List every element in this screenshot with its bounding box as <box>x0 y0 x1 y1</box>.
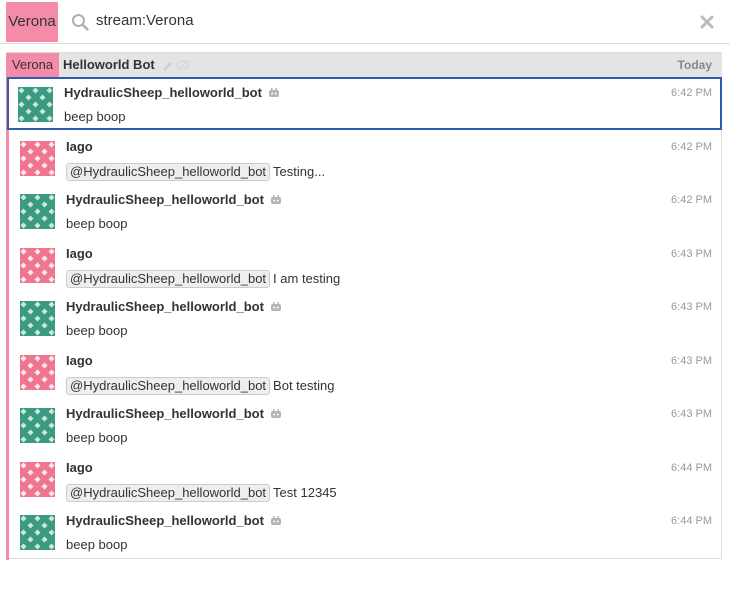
message-row[interactable]: HydraulicSheep_helloworld_bot 6:42 PM beep… <box>7 77 722 130</box>
sender-name-label: HydraulicSheep_helloworld_bot <box>66 406 264 421</box>
bot-icon <box>270 195 281 204</box>
message-row[interactable]: HydraulicSheep_helloworld_bot 6:43 PM beep… <box>9 291 722 344</box>
bot-icon <box>270 302 281 311</box>
message-time[interactable]: 6:44 PM <box>671 462 712 474</box>
message-content: @HydraulicSheep_helloworld_bot Test 12345 <box>66 483 337 502</box>
message-text: beep boop <box>66 216 128 231</box>
message-row[interactable]: HydraulicSheep_helloworld_bot 6:44 PM beep… <box>9 505 722 558</box>
search-icon <box>72 14 89 31</box>
message-text: Testing... <box>273 163 326 179</box>
user-mention[interactable]: @HydraulicSheep_helloworld_bot <box>66 483 271 502</box>
avatar[interactable] <box>20 461 55 497</box>
message-row[interactable]: Iago 6:44 PM @HydraulicSheep_helloworld_bo… <box>9 452 722 505</box>
message-content: beep boop <box>66 537 127 552</box>
sender-name[interactable]: Iago <box>66 139 93 154</box>
search-input[interactable]: stream:Verona <box>96 12 194 29</box>
sender-name[interactable]: HydraulicSheep_helloworld_bot <box>66 513 282 528</box>
avatar[interactable] <box>20 408 55 443</box>
sender-name[interactable]: HydraulicSheep_helloworld_bot <box>66 299 282 314</box>
message-time[interactable]: 6:43 PM <box>671 355 712 367</box>
message-text: Test 12345 <box>273 484 337 500</box>
sender-name-label: Iago <box>66 138 93 154</box>
avatar[interactable] <box>20 515 55 550</box>
message-time[interactable]: 6:42 PM <box>671 87 712 99</box>
sender-name[interactable]: HydraulicSheep_helloworld_bot <box>66 406 282 421</box>
sender-name-label: HydraulicSheep_helloworld_bot <box>66 192 264 207</box>
message-time[interactable]: 6:43 PM <box>671 408 712 420</box>
sender-name[interactable]: Iago <box>66 353 93 368</box>
avatar[interactable] <box>20 354 55 390</box>
message-content: beep boop <box>66 323 127 338</box>
recipient-bar: Verona Helloworld Bot Today <box>6 53 722 77</box>
sender-name-label: HydraulicSheep_helloworld_bot <box>64 85 262 100</box>
message-text: beep boop <box>64 109 126 124</box>
sender-name[interactable]: Iago <box>66 246 93 261</box>
message-row[interactable]: Iago 6:43 PM @HydraulicSheep_helloworld_bo… <box>9 238 722 291</box>
user-mention[interactable]: @HydraulicSheep_helloworld_bot <box>66 162 271 181</box>
message-list: Verona Helloworld Bot Today HydraulicShe… <box>6 52 722 560</box>
message-content: @HydraulicSheep_helloworld_bot Bot testin… <box>66 376 335 395</box>
message-time[interactable]: 6:44 PM <box>671 515 712 527</box>
close-icon[interactable] <box>698 13 716 31</box>
message-content: @HydraulicSheep_helloworld_bot Testing... <box>66 162 326 181</box>
sender-name[interactable]: Iago <box>66 460 93 475</box>
message-content: @HydraulicSheep_helloworld_bot I am testi… <box>66 269 341 288</box>
message-text: Bot testing <box>273 377 335 393</box>
search-bar: Verona stream:Verona <box>0 0 730 44</box>
edit-topic-icon[interactable] <box>161 59 191 71</box>
recipient-topic-label[interactable]: Helloworld Bot <box>63 53 155 77</box>
sender-name-label: Iago <box>66 352 93 368</box>
narrow-stream-pill[interactable]: Verona <box>6 2 58 42</box>
avatar[interactable] <box>18 87 53 122</box>
recipient-date: Today <box>677 58 712 72</box>
sender-name-label: HydraulicSheep_helloworld_bot <box>66 513 264 528</box>
message-text: beep boop <box>66 537 128 552</box>
message-content: beep boop <box>66 216 127 231</box>
sender-name[interactable]: HydraulicSheep_helloworld_bot <box>66 192 282 207</box>
message-time[interactable]: 6:42 PM <box>671 194 712 206</box>
message-row[interactable]: HydraulicSheep_helloworld_bot 6:42 PM beep… <box>9 184 722 237</box>
avatar[interactable] <box>20 140 55 176</box>
sender-name-label: HydraulicSheep_helloworld_bot <box>66 299 264 314</box>
sender-name-label: Iago <box>66 245 93 261</box>
bot-icon <box>270 516 281 525</box>
sender-name[interactable]: HydraulicSheep_helloworld_bot <box>64 85 280 100</box>
message-time[interactable]: 6:43 PM <box>671 248 712 260</box>
message-text: beep boop <box>66 323 128 338</box>
message-row[interactable]: Iago 6:42 PM @HydraulicSheep_helloworld_bo… <box>9 131 722 184</box>
avatar[interactable] <box>20 194 55 229</box>
message-content: beep boop <box>66 430 127 445</box>
message-text: beep boop <box>66 430 128 445</box>
message-text: I am testing <box>273 270 341 286</box>
message-content: beep boop <box>64 109 125 124</box>
sender-name-label: Iago <box>66 459 93 475</box>
bot-icon <box>268 88 279 97</box>
bot-icon <box>270 409 281 418</box>
message-row[interactable]: HydraulicSheep_helloworld_bot 6:43 PM beep… <box>9 398 722 451</box>
user-mention[interactable]: @HydraulicSheep_helloworld_bot <box>66 269 271 288</box>
message-time[interactable]: 6:43 PM <box>671 301 712 313</box>
message-time[interactable]: 6:42 PM <box>671 141 712 153</box>
recipient-stream-label[interactable]: Verona <box>6 53 59 77</box>
avatar[interactable] <box>20 301 55 336</box>
message-row[interactable]: Iago 6:43 PM @HydraulicSheep_helloworld_bo… <box>9 345 722 398</box>
avatar[interactable] <box>20 247 55 283</box>
user-mention[interactable]: @HydraulicSheep_helloworld_bot <box>66 376 271 395</box>
